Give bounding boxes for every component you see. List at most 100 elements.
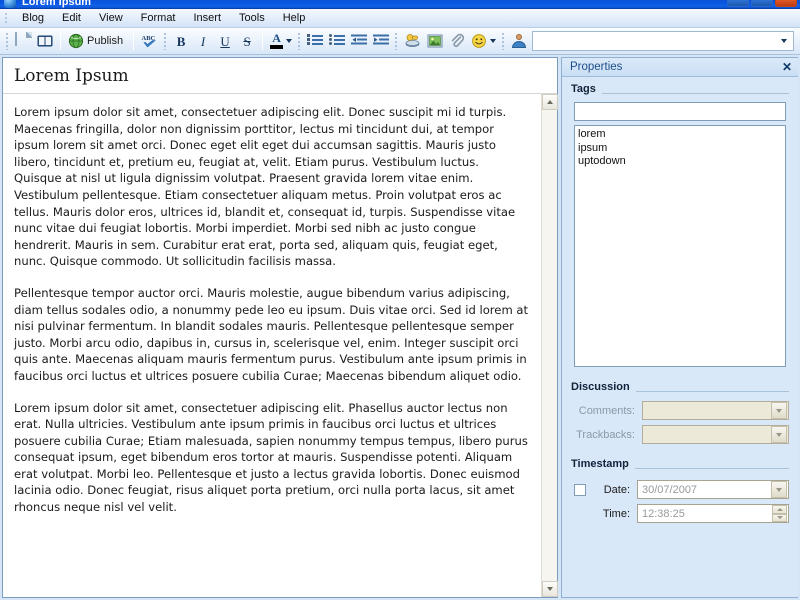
toolbar-group-insert [392,29,499,53]
chevron-down-icon[interactable] [286,39,293,43]
time-label: Time: [602,507,630,520]
close-button[interactable] [775,0,797,7]
editor-vertical-scrollbar[interactable] [541,94,558,597]
toolbar-group-author [499,29,800,53]
chevron-down-icon [776,408,782,413]
post-body[interactable]: Lorem ipsum dolor sit amet, consectetuer… [3,94,541,597]
tag-list[interactable]: lorem ipsum uptodown [574,125,786,367]
underline-icon: U [220,33,230,49]
trackbacks-label: Trackbacks: [576,428,635,441]
smiley-icon [472,34,486,48]
comments-dropdown-button[interactable] [771,402,787,419]
insert-emoticon-button[interactable] [468,30,499,52]
scroll-down-button[interactable] [542,581,558,597]
numbered-list-button[interactable] [304,30,326,52]
date-combobox[interactable]: 30/07/2007 [637,480,789,499]
toolbar-drag-grip-lists[interactable] [297,32,302,50]
post-editor: Lorem Ipsum Lorem ipsum dolor sit amet, … [2,57,558,598]
window-controls [727,0,797,7]
menu-blog[interactable]: Blog [13,10,53,27]
scroll-up-button[interactable] [542,94,558,110]
menu-help[interactable]: Help [274,10,315,27]
bulleted-list-icon [329,34,346,48]
comments-combobox[interactable] [642,401,789,420]
chevron-up-icon [776,507,783,511]
menu-format[interactable]: Format [132,10,185,27]
toolbar-drag-grip-author[interactable] [501,32,506,50]
decrease-indent-icon [351,34,368,45]
toolbar-group-lists [295,29,392,53]
font-color-button[interactable]: A [267,30,295,52]
open-book-icon [37,35,53,47]
numbered-list-icon [307,34,324,48]
time-field-row: Time: 12:38:25 [571,504,789,523]
time-spinner[interactable]: 12:38:25 [637,504,789,523]
date-checkbox[interactable] [574,483,586,496]
bulleted-list-button[interactable] [326,30,348,52]
title-bar[interactable]: Lorem Ipsum [0,0,800,9]
increase-indent-icon [373,34,390,45]
minimize-button[interactable] [727,0,749,7]
bold-button[interactable]: B [170,30,192,52]
strikethrough-button[interactable]: S [236,30,258,52]
toolbar-drag-grip-format[interactable] [163,32,168,50]
tag-list-item[interactable]: uptodown [577,155,785,169]
app-logo-icon [4,0,16,8]
scroll-down-arrow-icon [547,587,553,591]
paperclip-icon [451,33,465,47]
trackbacks-combobox[interactable] [642,425,789,444]
spellcheck-abc-icon: ABC [142,35,156,48]
font-color-icon: A [270,31,284,49]
tag-list-item[interactable]: lorem [577,128,785,142]
publish-label: Publish [87,35,124,47]
toolbar-drag-grip-insert[interactable] [394,32,399,50]
close-icon[interactable]: ✕ [782,61,792,73]
decrease-indent-button[interactable] [348,30,370,52]
underline-button[interactable]: U [214,30,236,52]
time-spin-up-button[interactable] [772,505,787,514]
properties-panel: Properties ✕ Tags lorem ipsum uptodown D… [561,57,798,598]
menu-view[interactable]: View [90,10,132,27]
open-post-button[interactable] [34,30,56,52]
date-label: Date: [603,483,630,496]
menu-tools[interactable]: Tools [230,10,274,27]
tag-input[interactable] [574,102,786,121]
tags-section-title: Tags [571,83,596,95]
chevron-down-icon[interactable] [490,39,497,43]
publish-button[interactable]: Publish [65,30,129,52]
spellcheck-button[interactable]: ABC [138,30,161,52]
maximize-button[interactable] [751,0,773,7]
chevron-down-icon [776,516,783,520]
date-value: 30/07/2007 [642,483,698,496]
tag-list-item[interactable]: ipsum [577,142,785,156]
time-spinner-buttons[interactable] [772,505,787,522]
font-color-letter: A [272,31,281,45]
menu-insert[interactable]: Insert [185,10,231,27]
author-category-combobox[interactable] [532,31,794,51]
menu-drag-grip[interactable] [4,11,8,25]
post-title[interactable]: Lorem Ipsum [3,58,557,94]
user-avatar-icon [511,33,527,49]
toolbar-group-format: B I U S A [161,29,295,53]
toolbar-drag-grip-file[interactable] [5,32,9,50]
main-content: Lorem Ipsum Lorem ipsum dolor sit amet, … [0,55,800,600]
date-dropdown-button[interactable] [771,481,787,498]
editor-scroll-area: Lorem ipsum dolor sit amet, consectetuer… [3,94,558,597]
author-icon-button[interactable] [508,30,530,52]
menu-edit[interactable]: Edit [53,10,90,27]
increase-indent-button[interactable] [370,30,392,52]
insert-image-button[interactable] [424,30,446,52]
author-dropdown-button[interactable] [776,33,792,50]
trackbacks-field-row: Trackbacks: [571,425,789,444]
italic-icon: I [200,33,206,49]
attach-file-button[interactable] [446,30,468,52]
insert-link-button[interactable] [401,30,424,52]
new-post-button[interactable] [12,30,34,52]
time-spin-down-button[interactable] [772,513,787,522]
italic-button[interactable]: I [192,30,214,52]
timestamp-section-header: Timestamp [571,458,789,472]
chevron-down-icon [776,487,782,492]
trackbacks-dropdown-button[interactable] [771,426,787,443]
toolbar: Publish ABC B I U S A [0,28,800,55]
properties-body: Tags lorem ipsum uptodown Discussion Com… [562,77,798,528]
